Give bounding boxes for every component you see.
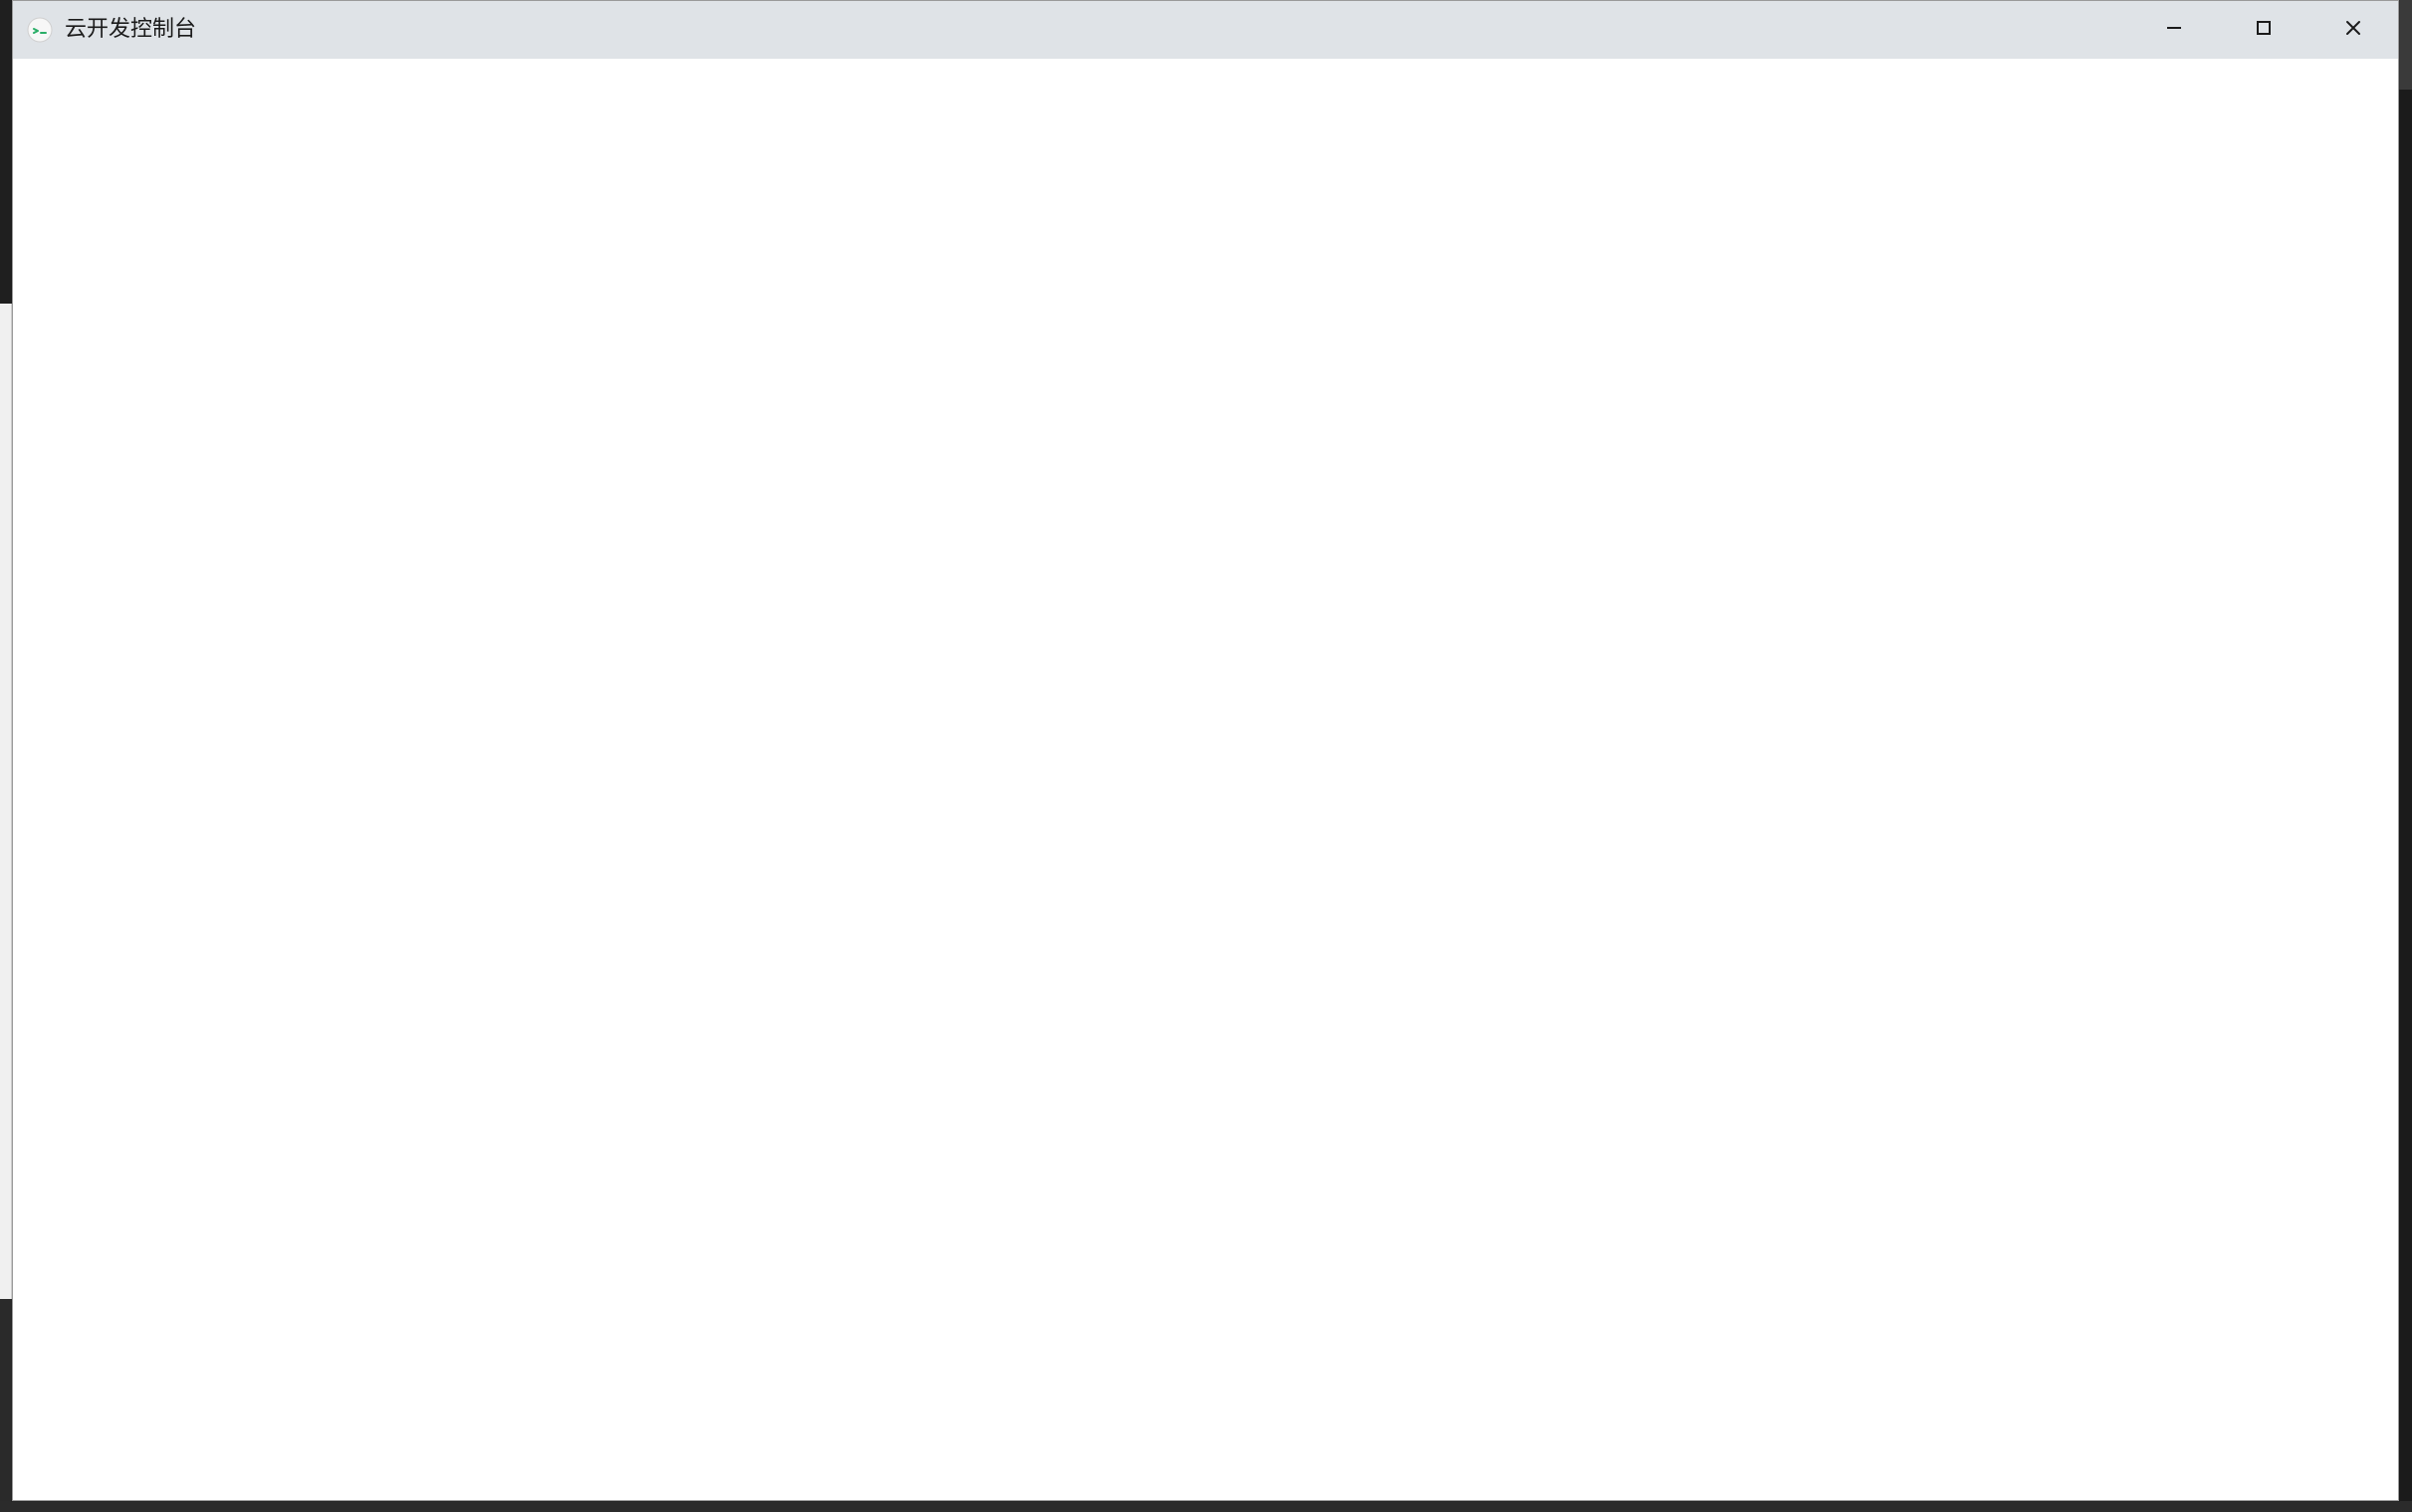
minimize-button[interactable]: [2129, 1, 2219, 59]
close-button[interactable]: [2308, 1, 2398, 59]
titlebar[interactable]: 云开发控制台: [13, 1, 2398, 59]
maximize-button[interactable]: [2219, 1, 2308, 59]
background-bottom-strip: [0, 1501, 2412, 1512]
minimize-icon: [2163, 17, 2185, 43]
close-icon: [2342, 17, 2364, 43]
window-controls: [2129, 1, 2398, 59]
background-left-dark-panel: [0, 1299, 12, 1512]
app-logo-icon: [25, 15, 55, 45]
window-content: [13, 59, 2398, 1500]
background-right-top: [2399, 0, 2412, 90]
maximize-icon: [2253, 17, 2275, 43]
app-window: 云开发控制台: [12, 0, 2399, 1501]
background-right-strip: [2399, 0, 2412, 1512]
background-left-panel: [0, 304, 12, 1299]
window-title: 云开发控制台: [65, 17, 197, 42]
